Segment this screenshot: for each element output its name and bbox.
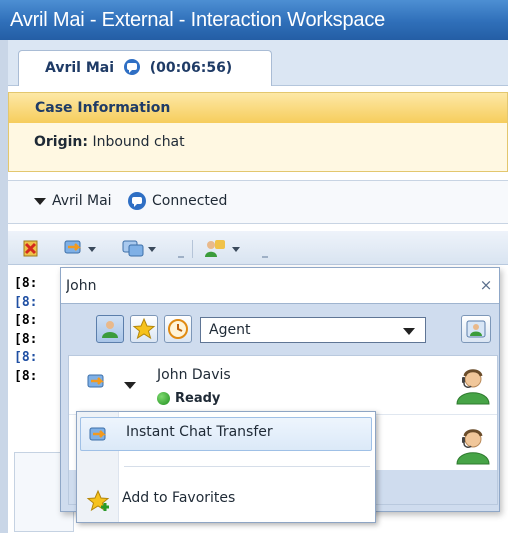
tab-timer: (00:06:56) [149, 60, 233, 76]
add-to-favorites-icon[interactable] [86, 489, 112, 517]
menu-separator [124, 466, 370, 467]
instant-chat-transfer-label: Instant Chat Transfer [126, 424, 273, 440]
agent-action-caret-icon[interactable] [124, 382, 136, 389]
transfer-chat-icon[interactable] [63, 238, 85, 260]
chat-transfer-icon[interactable] [86, 372, 110, 398]
clear-search-icon[interactable]: × [478, 276, 494, 294]
ready-status-icon [157, 392, 170, 405]
case-information-header: Case Information [9, 93, 507, 123]
toolbar-separator [192, 240, 193, 258]
star-icon [132, 317, 156, 340]
agent-avatar-icon [452, 424, 494, 466]
transfer-dropdown-caret-icon[interactable] [88, 247, 96, 252]
agent-avatar-icon [452, 364, 494, 406]
toolbar-divider-2 [262, 256, 268, 258]
party-status: Connected [152, 193, 228, 209]
show-agent-group-button[interactable] [461, 315, 491, 343]
party-name[interactable]: Avril Mai [52, 193, 112, 209]
consult-chat-icon[interactable] [121, 238, 145, 260]
tab-label: Avril Mai [45, 60, 115, 76]
agent-card-icon [466, 320, 486, 338]
filter-recent-button[interactable] [164, 315, 192, 343]
case-origin: Origin: Inbound chat [34, 134, 185, 150]
conference-dropdown-caret-icon[interactable] [232, 247, 240, 252]
end-chat-icon[interactable] [22, 238, 40, 260]
origin-value: Inbound chat [92, 134, 185, 150]
instant-chat-transfer-icon [88, 425, 112, 451]
connected-chat-icon [127, 191, 147, 215]
search-input[interactable] [66, 273, 446, 299]
filter-favorites-button[interactable] [130, 315, 158, 343]
filter-all-agents-button[interactable] [96, 315, 124, 343]
type-filter-select[interactable]: Agent [200, 317, 426, 343]
origin-label: Origin: [34, 134, 88, 150]
consult-dropdown-caret-icon[interactable] [148, 247, 156, 252]
agent-status: Ready [175, 391, 221, 406]
chevron-down-icon[interactable] [403, 328, 415, 335]
toolbar-divider [178, 256, 184, 258]
conference-icon[interactable] [203, 238, 227, 260]
agent-filter-icon [102, 321, 118, 338]
clock-icon [168, 319, 188, 339]
chat-icon [123, 55, 141, 89]
add-to-favorites-menu-item[interactable]: Add to Favorites [122, 490, 235, 506]
interaction-tab[interactable]: Avril Mai (00:06:56) [18, 50, 272, 87]
type-filter-value: Agent [209, 322, 251, 338]
party-dropdown-caret-icon[interactable] [34, 198, 46, 205]
agent-name: John Davis [157, 367, 231, 383]
window-title: Avril Mai - External - Interaction Works… [0, 0, 508, 40]
